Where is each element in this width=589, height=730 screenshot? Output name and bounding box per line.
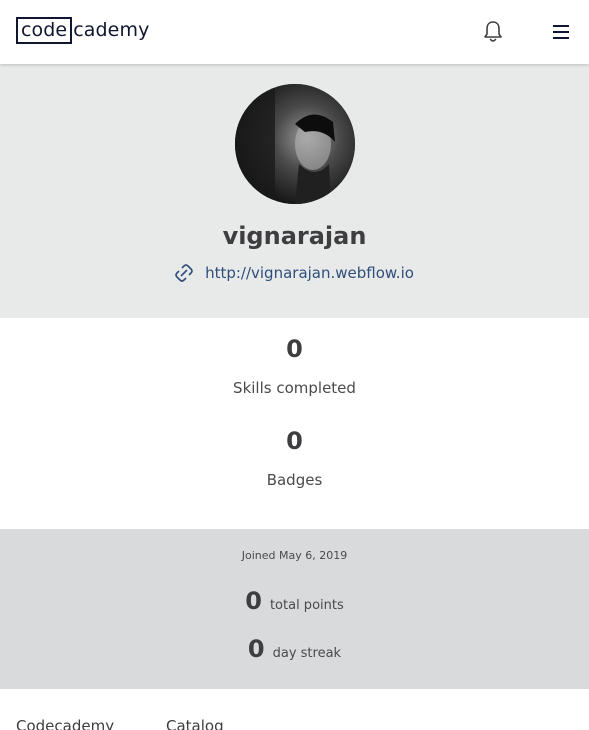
link-icon	[175, 264, 193, 282]
avatar	[235, 84, 355, 204]
bell-icon[interactable]	[482, 20, 504, 44]
codecademy-logo[interactable]: code cademy	[16, 17, 149, 44]
website-link[interactable]: http://vignarajan.webflow.io	[205, 264, 414, 282]
profile-header: vignarajan http://vignarajan.webflow.io	[0, 64, 589, 318]
skills-completed-label: Skills completed	[233, 379, 356, 397]
footer-link-codecademy[interactable]: Codecademy	[16, 717, 114, 730]
hamburger-menu-icon[interactable]	[550, 22, 572, 42]
footer: Codecademy Catalog	[0, 689, 589, 730]
username: vignarajan	[222, 222, 367, 250]
website-row: http://vignarajan.webflow.io	[0, 264, 589, 282]
badges-count: 0	[286, 427, 303, 455]
joined-date: Joined May 6, 2019	[241, 549, 348, 562]
skills-completed-count: 0	[286, 335, 303, 363]
day-streak-value: 0	[247, 635, 265, 663]
footer-link-catalog[interactable]: Catalog	[166, 717, 224, 730]
stats-panel: 0 Skills completed 0 Badges	[0, 318, 589, 529]
total-points-label: total points	[269, 598, 344, 613]
top-nav: code cademy	[0, 0, 589, 64]
logo-rest-text: cademy	[73, 19, 150, 41]
logo-box-text: code	[16, 17, 73, 44]
badges-label: Badges	[266, 471, 323, 489]
day-streak-label: day streak	[272, 646, 342, 661]
activity-panel: Joined May 6, 2019 0 total points 0 day …	[0, 529, 589, 689]
total-points: 0 total points	[0, 587, 589, 615]
day-streak: 0 day streak	[0, 635, 589, 663]
total-points-value: 0	[245, 587, 262, 615]
